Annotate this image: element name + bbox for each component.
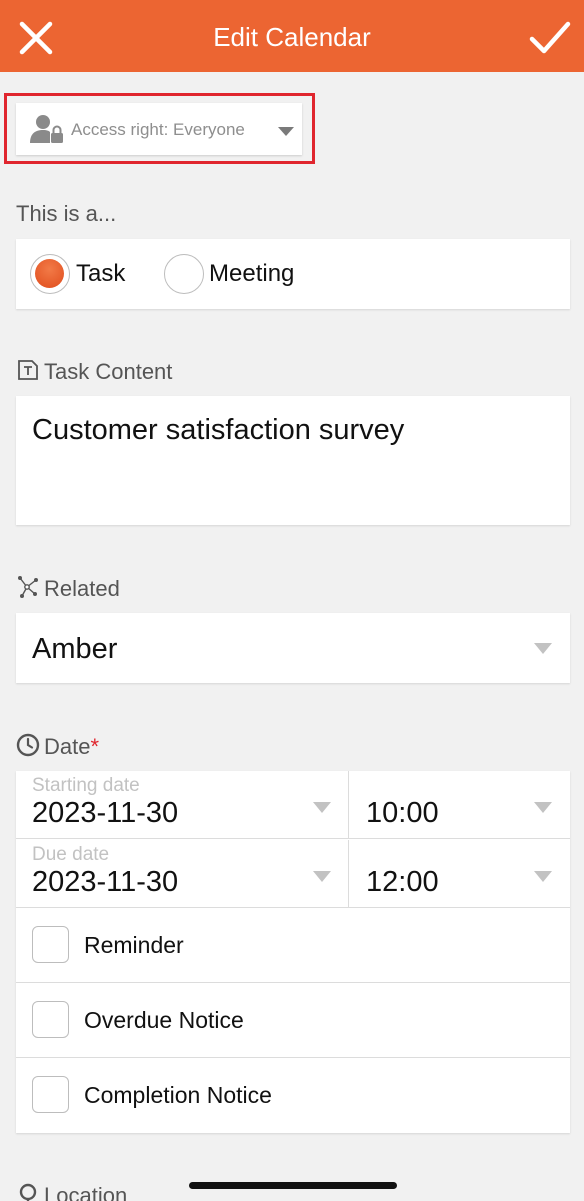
network-icon	[18, 576, 38, 598]
due-date-value[interactable]: 2023-11-30	[32, 866, 178, 899]
home-indicator	[189, 1182, 397, 1189]
related-value: Amber	[32, 633, 118, 665]
location-label: Location	[16, 1182, 127, 1201]
chevron-down-icon	[534, 643, 552, 654]
date-label: Date*	[16, 733, 99, 760]
completion-notice-row[interactable]: Completion Notice	[16, 1058, 570, 1133]
chevron-down-icon[interactable]	[313, 802, 331, 813]
starting-time-value[interactable]: 10:00	[366, 797, 439, 830]
access-right-label: Access right: Everyone	[71, 120, 245, 139]
text-field-icon	[18, 360, 38, 380]
meeting-radio[interactable]	[164, 254, 204, 294]
location-label-text: Location	[44, 1183, 128, 1201]
overdue-notice-row[interactable]: Overdue Notice	[16, 983, 570, 1058]
check-icon[interactable]	[528, 18, 572, 58]
task-radio[interactable]	[30, 254, 70, 294]
page-title: Edit Calendar	[213, 22, 371, 52]
type-label: This is a...	[16, 201, 117, 226]
task-content-label: Task Content	[16, 358, 172, 385]
user-lock-icon	[30, 115, 63, 143]
related-label: Related	[16, 575, 120, 602]
reminder-checkbox[interactable]	[32, 926, 69, 963]
chevron-down-icon[interactable]	[534, 871, 552, 882]
task-radio-label[interactable]: Task	[76, 239, 125, 309]
task-content-label-text: Task Content	[44, 359, 173, 384]
overdue-notice-checkbox[interactable]	[32, 1001, 69, 1038]
access-right-dropdown[interactable]: Access right: Everyone	[16, 103, 302, 155]
clock-icon	[16, 733, 40, 757]
task-content-value: Customer satisfaction survey	[32, 414, 405, 446]
reminder-row[interactable]: Reminder	[16, 908, 570, 983]
due-date-label: Due date	[32, 844, 110, 865]
task-content-input[interactable]: Customer satisfaction survey	[16, 396, 570, 525]
divider	[348, 771, 349, 839]
starting-date-value[interactable]: 2023-11-30	[32, 797, 178, 830]
reminder-label[interactable]: Reminder	[84, 908, 184, 983]
location-pin-icon	[19, 1183, 37, 1201]
chevron-down-icon	[278, 127, 294, 136]
app-header: Edit Calendar	[0, 0, 584, 72]
completion-notice-label[interactable]: Completion Notice	[84, 1058, 272, 1133]
due-date-row: Due date 2023-11-30 12:00	[16, 840, 570, 908]
divider	[348, 840, 349, 908]
chevron-down-icon[interactable]	[313, 871, 331, 882]
completion-notice-checkbox[interactable]	[32, 1076, 69, 1113]
date-label-text: Date	[44, 734, 91, 759]
type-selector: Task Meeting	[16, 239, 570, 309]
due-time-value[interactable]: 12:00	[366, 866, 439, 899]
related-label-text: Related	[44, 576, 120, 601]
related-dropdown[interactable]: Amber	[16, 613, 570, 683]
overdue-notice-label[interactable]: Overdue Notice	[84, 983, 244, 1058]
meeting-radio-label[interactable]: Meeting	[209, 239, 294, 309]
chevron-down-icon[interactable]	[534, 802, 552, 813]
starting-date-label: Starting date	[32, 775, 140, 796]
required-mark: *	[90, 734, 100, 759]
starting-date-row: Starting date 2023-11-30 10:00	[16, 771, 570, 839]
date-card: Starting date 2023-11-30 10:00 Due date …	[16, 771, 570, 1133]
